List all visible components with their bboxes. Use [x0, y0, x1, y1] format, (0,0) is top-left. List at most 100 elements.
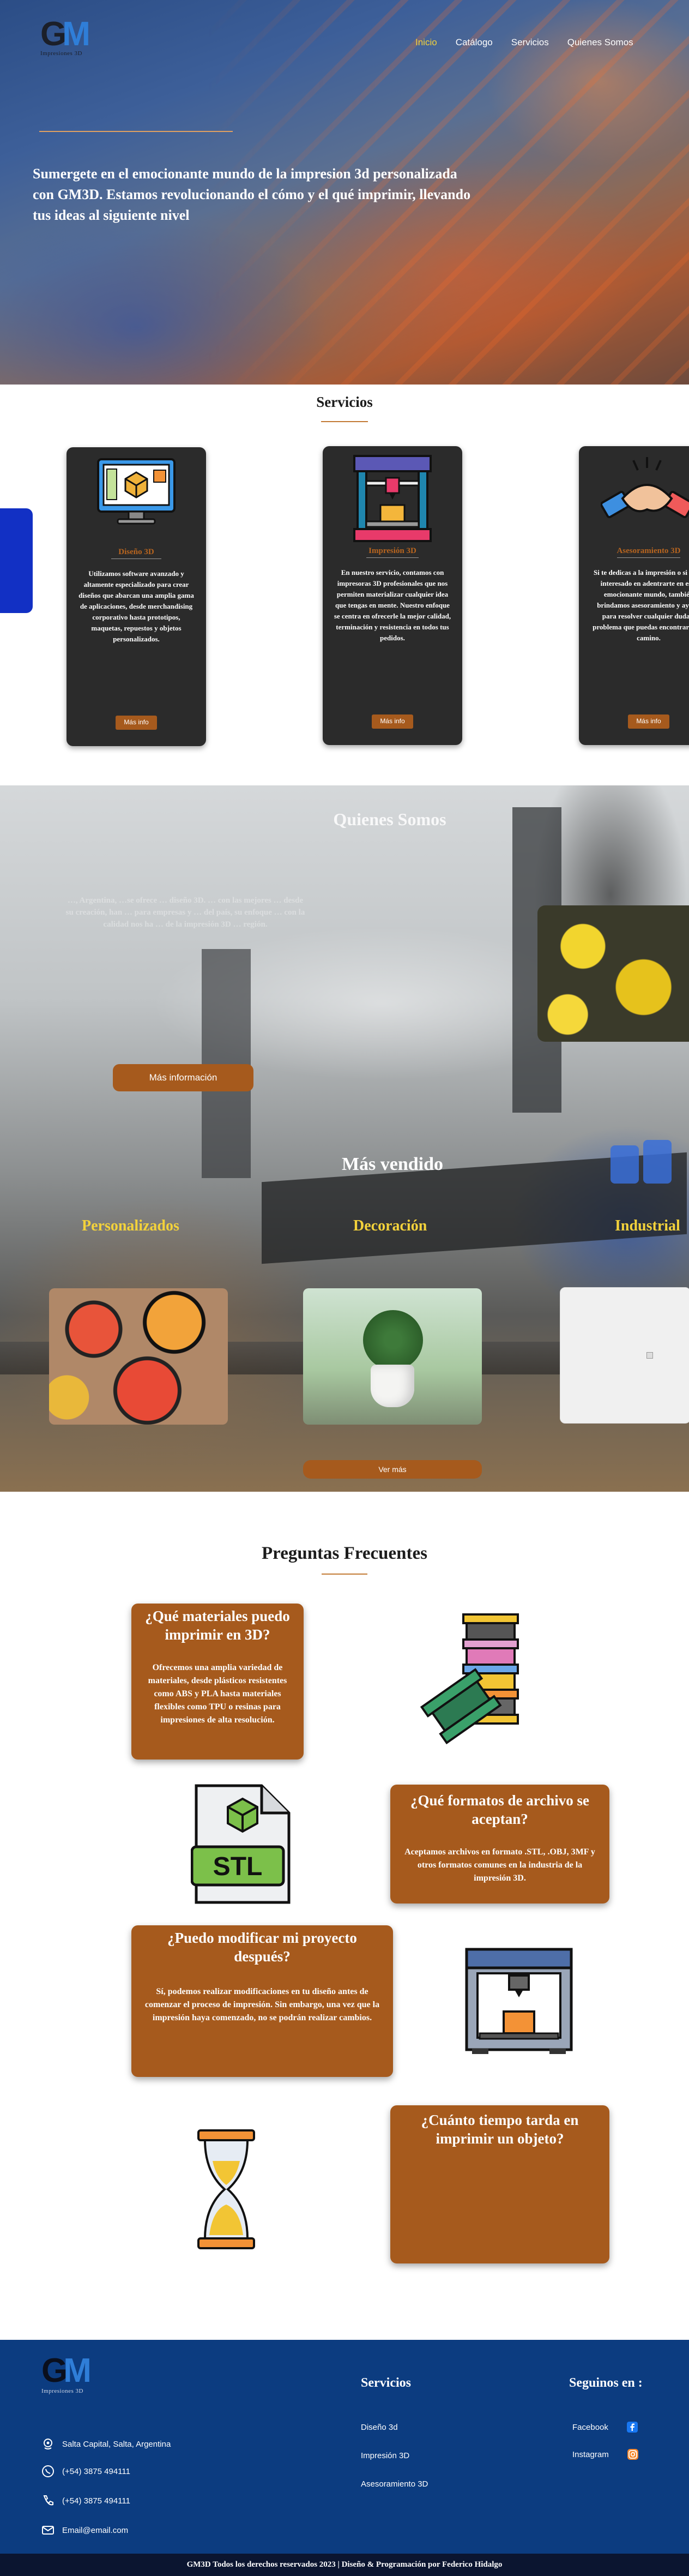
service-card-more-button[interactable]: Más info: [116, 716, 157, 730]
faq-card: ¿Qué materiales puedo imprimir en 3D? Of…: [131, 1604, 304, 1760]
location-icon: [44, 2439, 52, 2449]
product-image-personalizados[interactable]: [49, 1288, 228, 1425]
logo-subtitle: Impresiones 3D: [41, 2388, 83, 2394]
footer-link-asesoramiento[interactable]: Asesoramiento 3D: [361, 2479, 428, 2489]
copyright-text: GM3D Todos los derechos reservados 2023 …: [186, 2560, 503, 2569]
card-divider: [366, 557, 419, 558]
logo-mark: GM: [40, 15, 90, 53]
hero-divider: [39, 131, 233, 132]
side-floating-tab[interactable]: [0, 508, 33, 613]
category-industrial[interactable]: Industrial: [615, 1217, 680, 1235]
product-image-decoracion[interactable]: [303, 1288, 482, 1425]
filament-spools-icon: [420, 1613, 519, 1745]
monitor-3d-icon: [97, 458, 176, 525]
see-more-button[interactable]: Ver más: [303, 1460, 482, 1479]
service-card-text: En nuestro servicio, contamos con impres…: [334, 568, 451, 642]
footer-services-title: Servicios: [361, 2376, 411, 2390]
printer-3d-icon: [465, 1948, 573, 2054]
category-decoracion[interactable]: Decoración: [353, 1217, 427, 1235]
faq-answer: Aceptamos archivos en formato .STL, .OBJ…: [404, 1847, 595, 1883]
service-card-title: Asesoramiento 3D: [617, 547, 681, 555]
footer-link-impresion[interactable]: Impresión 3D: [361, 2451, 409, 2460]
card-divider: [617, 557, 680, 558]
more-info-button[interactable]: Más información: [113, 1064, 253, 1091]
service-card-diseno: Diseño 3D Utilizamos software avanzado y…: [67, 447, 206, 746]
nav-inicio[interactable]: Inicio: [415, 37, 437, 48]
logo-letter-g: G: [40, 15, 67, 53]
nav-quienes-somos[interactable]: Quienes Somos: [567, 37, 633, 48]
plant-leaves-shape: [363, 1310, 423, 1370]
product-image-industrial[interactable]: [560, 1287, 689, 1424]
about-section: Quienes Somos …, Argentina, …se ofrece ……: [0, 785, 689, 1492]
social-instagram[interactable]: Instagram: [572, 2449, 638, 2460]
service-card-text: Si te dedicas a la impresión o si estás …: [593, 568, 689, 642]
social-facebook-label: Facebook: [572, 2422, 608, 2432]
faq-question: ¿Cuánto tiempo tarda en imprimir un obje…: [421, 2112, 579, 2147]
phone-icon: [43, 2495, 53, 2506]
printer-frame-shape: [202, 949, 251, 1178]
contact-email: Email@email.com: [62, 2525, 129, 2535]
faq-card: ¿Puedo modificar mi proyecto después? Sí…: [131, 1925, 393, 2077]
social-facebook[interactable]: Facebook: [572, 2422, 638, 2433]
logo-letter-m: M: [63, 2352, 92, 2389]
contact-item[interactable]: (+54) 3875 494111: [41, 2488, 205, 2513]
hero-tagline: Sumergete en el emocionante mundo de la …: [33, 166, 471, 223]
service-card-asesoramiento: Asesoramiento 3D Si te dedicas a la impr…: [579, 446, 689, 745]
faq-question: ¿Qué formatos de archivo se aceptan?: [410, 1792, 589, 1827]
nav-servicios[interactable]: Servicios: [511, 37, 549, 48]
contact-item[interactable]: Email@email.com: [41, 2518, 205, 2543]
faq-title: Preguntas Frecuentes: [262, 1544, 427, 1563]
facebook-icon: [626, 2422, 638, 2433]
copyright-bar: GM3D Todos los derechos reservados 2023 …: [0, 2554, 689, 2576]
contact-item: Salta Capital, Salta, Argentina: [41, 2431, 205, 2457]
footer-social-title: Seguinos en :: [569, 2376, 643, 2390]
faq-answer: Ofrecemos una amplia variedad de materia…: [148, 1663, 287, 1725]
printer-3d-icon: [353, 455, 432, 542]
site-logo[interactable]: GM Impresiones 3D: [40, 15, 90, 57]
services-title: Servicios: [316, 394, 373, 410]
service-card-title: Impresión 3D: [368, 547, 416, 555]
footer-link-diseno[interactable]: Diseño 3d: [361, 2423, 398, 2432]
faq-card: ¿Qué formatos de archivo se aceptan? Ace…: [390, 1785, 609, 1904]
service-card-title: Diseño 3D: [118, 548, 154, 556]
whatsapp-icon: [42, 2465, 54, 2477]
faq-question: ¿Puedo modificar mi proyecto después?: [167, 1930, 357, 1965]
stl-file-icon: STL: [191, 1784, 291, 1904]
social-instagram-label: Instagram: [572, 2449, 609, 2459]
faq-answer: Sí, podemos realizar modificaciones en t…: [144, 1987, 380, 2022]
logo-subtitle: Impresiones 3D: [40, 50, 82, 57]
about-image-yellow-parts: [537, 905, 689, 1042]
main-nav: Inicio Catálogo Servicios Quienes Somos: [415, 37, 633, 48]
contact-address: Salta Capital, Salta, Argentina: [62, 2439, 171, 2449]
faq-card: ¿Cuánto tiempo tarda en imprimir un obje…: [390, 2105, 609, 2263]
category-personalizados[interactable]: Personalizados: [82, 1217, 179, 1235]
handshake-icon: [601, 457, 689, 519]
email-icon: [42, 2526, 54, 2535]
service-card-more-button[interactable]: Más info: [372, 714, 413, 729]
service-card-impresion: Impresión 3D En nuestro servicio, contam…: [323, 446, 462, 745]
footer-logo[interactable]: GM Impresiones 3D: [41, 2352, 92, 2395]
about-text: …, Argentina, …se ofrece … diseño 3D. … …: [65, 896, 305, 929]
services-underline: [321, 421, 368, 422]
spool-shape: [643, 1140, 672, 1184]
plant-pot-shape: [371, 1365, 414, 1407]
nav-catalogo[interactable]: Catálogo: [456, 37, 493, 48]
logo-letter-m: M: [62, 15, 90, 53]
spool-shape: [611, 1145, 639, 1184]
stl-label: STL: [213, 1852, 263, 1881]
instagram-icon: [627, 2449, 638, 2460]
service-card-text: Utilizamos software avanzado y altamente…: [78, 569, 194, 643]
page: GM Impresiones 3D Inicio Catálogo Servic…: [0, 0, 689, 2576]
contact-list: Salta Capital, Salta, Argentina (+54) 38…: [41, 2431, 205, 2543]
hourglass-icon: [197, 2129, 255, 2249]
service-card-more-button[interactable]: Más info: [628, 714, 669, 729]
contact-whatsapp: (+54) 3875 494111: [62, 2466, 130, 2476]
footer: GM Impresiones 3D Salta Capital, Salta, …: [0, 2340, 689, 2554]
contact-phone: (+54) 3875 494111: [62, 2496, 130, 2506]
hero-section: GM Impresiones 3D Inicio Catálogo Servic…: [0, 0, 689, 385]
logo-letter-g: G: [41, 2352, 68, 2389]
broken-image-icon: [646, 1352, 653, 1359]
faq-question: ¿Qué materiales puedo imprimir en 3D?: [145, 1608, 290, 1643]
contact-item[interactable]: (+54) 3875 494111: [41, 2459, 205, 2484]
logo-mark: GM: [41, 2352, 92, 2389]
